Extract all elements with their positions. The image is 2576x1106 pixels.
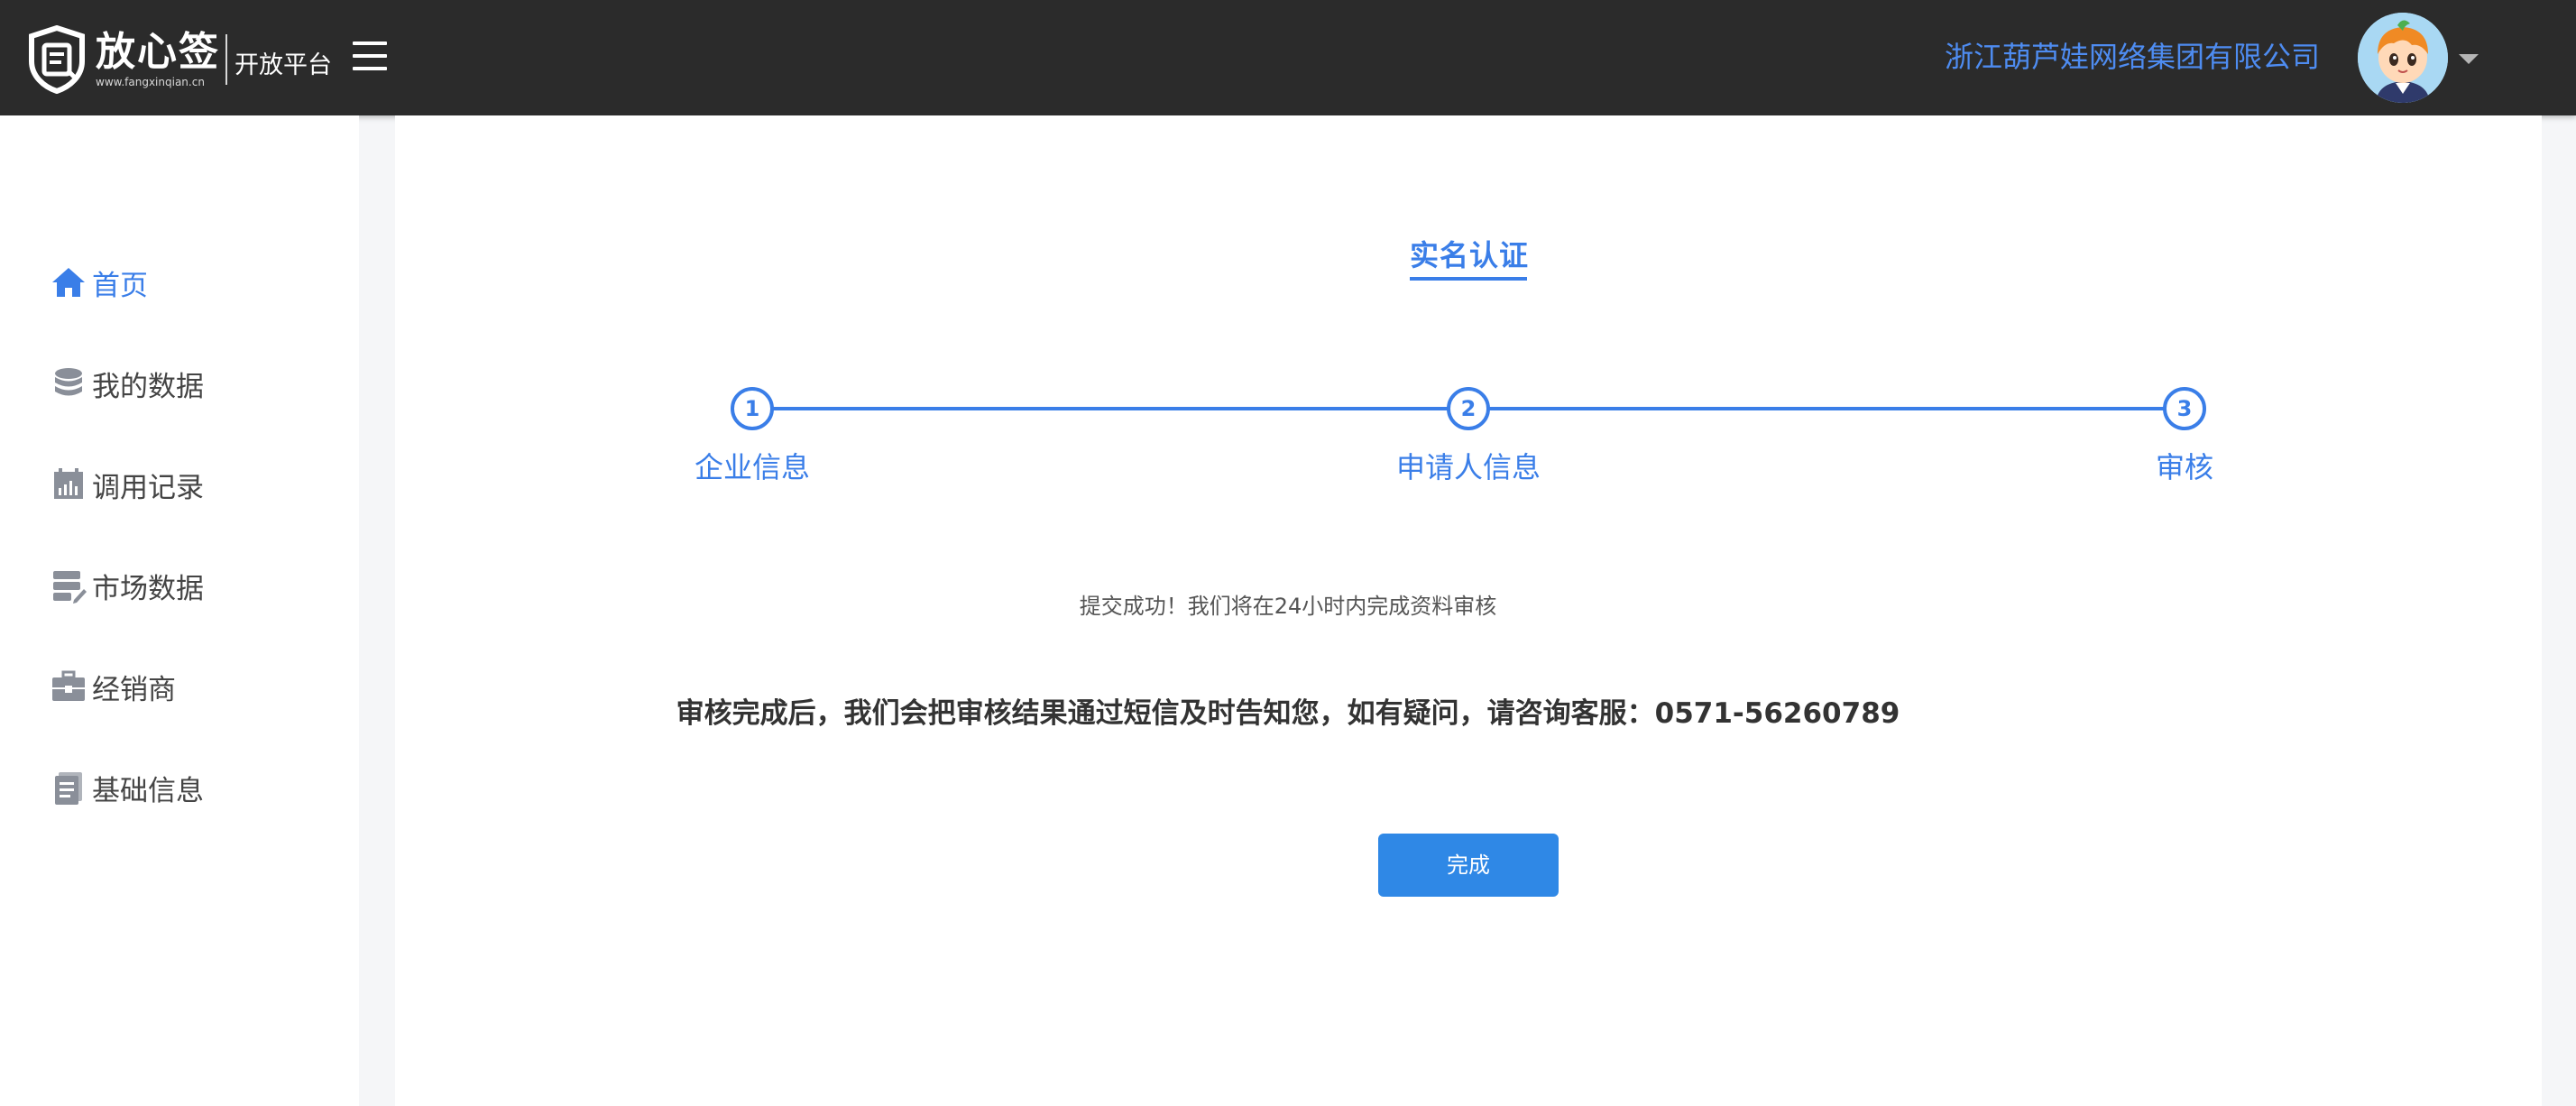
logo-title: 放心签 xyxy=(96,29,220,75)
review-notice: 审核完成后，我们会把审核结果通过短信及时告知您，如有疑问，请咨询客服：0571-… xyxy=(676,697,1900,730)
company-name[interactable]: 浙江葫芦娃网络集团有限公司 xyxy=(1945,0,2320,115)
sidebar-item-home[interactable]: 首页 xyxy=(51,260,148,305)
success-message: 提交成功！我们将在24小时内完成资料审核 xyxy=(1079,594,1497,619)
tab-real-name-auth[interactable]: 实名认证 xyxy=(1410,233,1529,274)
logo[interactable]: 放心签 www.fangxinqian.cn 开放平台 xyxy=(27,25,332,94)
step-1-label: 企业信息 xyxy=(694,450,811,484)
logo-subtitle: 开放平台 xyxy=(235,51,332,79)
step-3-circle: 3 xyxy=(2163,387,2206,430)
document-icon xyxy=(55,772,82,805)
sidebar-item-label: 调用记录 xyxy=(92,471,204,504)
sidebar-item-label: 基础信息 xyxy=(92,774,204,807)
hamburger-menu-icon[interactable] xyxy=(353,41,387,70)
logo-divider xyxy=(225,34,227,85)
database-icon xyxy=(55,368,82,396)
logo-domain: www.fangxinqian.cn xyxy=(96,76,205,88)
avatar-character-icon xyxy=(2358,13,2448,103)
top-bar: 放心签 www.fangxinqian.cn 开放平台 浙江葫芦娃网络集团有限公… xyxy=(0,0,2576,115)
sidebar-item-label: 首页 xyxy=(92,269,148,302)
step-2-circle: 2 xyxy=(1447,387,1490,430)
sidebar-item-call-records[interactable]: 调用记录 xyxy=(51,462,204,507)
active-tab-indicator xyxy=(1410,277,1527,281)
done-button[interactable]: 完成 xyxy=(1378,834,1559,897)
calendar-chart-icon xyxy=(54,468,83,499)
sidebar-item-label: 我的数据 xyxy=(92,370,204,403)
shield-logo-icon xyxy=(29,25,85,94)
step-1-circle: 1 xyxy=(731,387,774,430)
step-2-label: 申请人信息 xyxy=(1395,450,1541,484)
home-icon xyxy=(52,268,85,297)
sidebar-item-my-data[interactable]: 我的数据 xyxy=(51,361,204,406)
step-3-label: 审核 xyxy=(2155,450,2214,484)
sidebar-item-basic-info[interactable]: 基础信息 xyxy=(51,765,204,810)
avatar[interactable] xyxy=(2358,13,2448,103)
chevron-down-icon[interactable] xyxy=(2459,54,2479,64)
